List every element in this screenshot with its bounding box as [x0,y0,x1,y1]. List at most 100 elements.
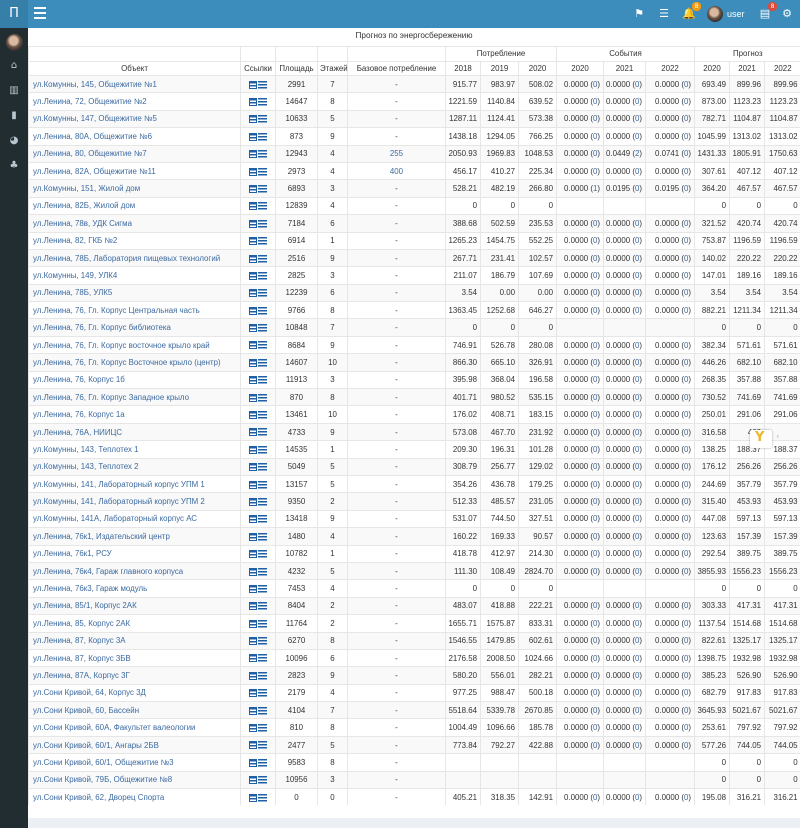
event-count-link[interactable]: 0 [593,410,597,419]
object-link[interactable]: ул.Ленина, 76, Корпус 1б [28,370,241,389]
event-count-link[interactable]: 0 [635,236,639,245]
list-view-icon[interactable] [258,237,267,246]
object-link[interactable]: ул.Ленина, 78Б, УЛК5 [28,283,241,302]
event-count-link[interactable]: 0 [593,688,597,697]
header-object[interactable]: Объект [28,60,241,76]
event-count-link[interactable]: 0 [593,80,597,89]
list-view-icon[interactable] [258,150,267,159]
table-view-icon[interactable] [249,724,257,733]
event-count-link[interactable]: 0 [593,271,597,280]
list-view-icon[interactable] [258,793,267,802]
event-count-link[interactable]: 0 [635,654,639,663]
event-count-link[interactable]: 0 [684,393,688,402]
event-count-link[interactable]: 0 [593,462,597,471]
object-link[interactable]: ул.Ленина, 76, Гл. Корпус Центральная ча… [28,301,241,319]
list-view-icon[interactable] [258,411,267,420]
menu-toggle-icon[interactable] [34,7,46,21]
object-link[interactable]: ул.Комунны, 143, Теплотех 1 [28,440,241,459]
event-count-link[interactable]: 0 [635,497,639,506]
event-count-link[interactable]: 0 [635,619,639,628]
event-count-link[interactable]: 0 [635,601,639,610]
event-count-link[interactable]: 0 [684,167,688,176]
object-link[interactable]: ул.Комунны, 141А, Лабораторный корпус АС [28,509,241,528]
object-link[interactable]: ул.Комунны, 151, Жилой дом [28,179,241,198]
event-count-link[interactable]: 0 [593,706,597,715]
event-count-link[interactable]: 0 [684,636,688,645]
event-count-link[interactable]: 0 [635,184,639,193]
list-view-icon[interactable] [258,497,267,506]
list-view-icon[interactable] [258,376,267,385]
user-avatar[interactable] [707,6,723,22]
list-view-icon[interactable] [258,776,267,785]
event-count-link[interactable]: 2 [635,149,639,158]
event-count-link[interactable]: 0 [684,114,688,123]
list-view-icon[interactable] [258,219,267,228]
table-view-icon[interactable] [249,741,257,750]
object-link[interactable]: ул.Ленина, 82, ГКБ №2 [28,231,241,250]
list-view-icon[interactable] [258,428,267,437]
table-view-icon[interactable] [249,237,257,246]
event-count-link[interactable]: 0 [593,619,597,628]
event-count-link[interactable]: 0 [635,688,639,697]
table-view-icon[interactable] [249,324,257,333]
list-view-icon[interactable] [258,80,267,89]
object-link[interactable]: ул.Ленина, 87, Корпус 3А [28,631,241,650]
event-count-link[interactable]: 0 [684,445,688,454]
event-count-link[interactable]: 0 [684,236,688,245]
object-link[interactable]: ул.Ленина, 82Б, Жилой дом [28,196,241,215]
table-view-icon[interactable] [249,358,257,367]
event-count-link[interactable]: 0 [635,341,639,350]
object-link[interactable]: ул.Ленина, 72, Общежитие №2 [28,92,241,111]
object-link[interactable]: ул.Ленина, 85, Корпус 2АК [28,614,241,632]
event-count-link[interactable]: 0 [593,793,597,802]
event-count-link[interactable]: 0 [684,654,688,663]
event-count-link[interactable]: 0 [684,532,688,541]
sitemap-icon[interactable]: ♣ [0,157,28,175]
list-icon[interactable]: ☰ [657,6,671,22]
table-view-icon[interactable] [249,289,257,298]
event-count-link[interactable]: 0 [684,219,688,228]
table-view-icon[interactable] [249,411,257,420]
table-view-icon[interactable] [249,550,257,559]
list-view-icon[interactable] [258,724,267,733]
list-view-icon[interactable] [258,567,267,576]
table-view-icon[interactable] [249,602,257,611]
table-view-icon[interactable] [249,584,257,593]
object-link[interactable]: ул.Комунны, 143, Теплотех 2 [28,457,241,476]
object-link[interactable]: ул.Ленина, 76, Гл. Корпус Западное крыло [28,388,241,406]
object-link[interactable]: ул.Ленина, 76, Гл. Корпус восточное крыл… [28,335,241,354]
map-icon[interactable]: ▥ [0,82,28,100]
event-count-link[interactable]: 0 [684,793,688,802]
event-count-link[interactable]: 0 [684,132,688,141]
list-view-icon[interactable] [258,706,267,715]
table-view-icon[interactable] [249,202,257,211]
pie-icon[interactable]: ◕ [0,132,28,150]
table-view-icon[interactable] [249,654,257,663]
object-link[interactable]: ул.Ленина, 76к1, РСУ [28,544,241,563]
event-count-link[interactable]: 0 [684,601,688,610]
event-count-link[interactable]: 0 [635,288,639,297]
event-count-link[interactable]: 0 [593,445,597,454]
table-view-icon[interactable] [249,115,257,124]
event-count-link[interactable]: 0 [635,306,639,315]
object-link[interactable]: ул.Ленина, 76, Гл. Корпус библиотека [28,318,241,337]
table-view-icon[interactable] [249,393,257,402]
collapse-arrow-icon[interactable]: ‹ [776,432,780,442]
list-view-icon[interactable] [258,550,267,559]
object-link[interactable]: ул.Сони Кривой, 60/1, Ангары 2БВ [28,735,241,754]
event-count-link[interactable]: 0 [635,567,639,576]
tasks-icon[interactable]: ▤ 8 [758,2,777,22]
event-count-link[interactable]: 0 [593,636,597,645]
event-count-link[interactable]: 0 [635,706,639,715]
table-view-icon[interactable] [249,184,257,193]
event-count-link[interactable]: 0 [684,723,688,732]
event-count-link[interactable]: 0 [593,654,597,663]
event-count-link[interactable]: 0 [684,497,688,506]
event-count-link[interactable]: 0 [684,288,688,297]
table-view-icon[interactable] [249,671,257,680]
event-count-link[interactable]: 0 [684,462,688,471]
event-count-link[interactable]: 0 [684,688,688,697]
event-count-link[interactable]: 0 [684,549,688,558]
object-link[interactable]: ул.Ленина, 87А, Корпус 3Г [28,666,241,685]
list-view-icon[interactable] [258,393,267,402]
